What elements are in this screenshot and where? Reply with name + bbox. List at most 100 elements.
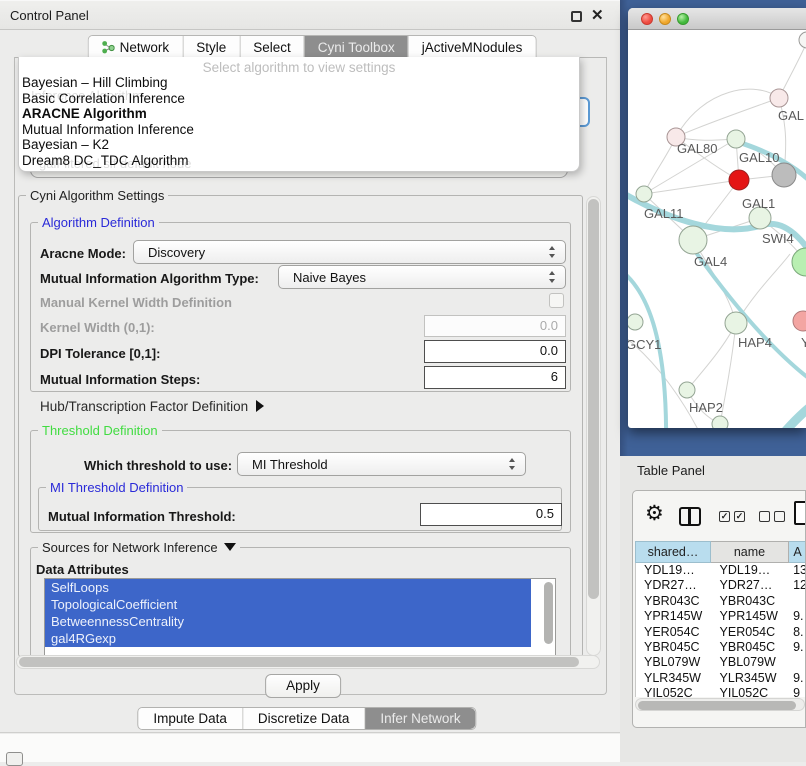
table-scrollbar-thumb[interactable] (638, 701, 796, 710)
algorithm-item[interactable]: Bayesian – K2 (22, 137, 562, 153)
bottom-tab-bar: Impute DataDiscretize DataInfer Network (137, 707, 476, 730)
bottom-strip (0, 734, 620, 762)
network-node[interactable] (679, 226, 707, 254)
table-cell: YIL052C (636, 686, 712, 697)
mi-steps-label: Mutual Information Steps: (40, 372, 200, 387)
minimize-traffic-light-icon[interactable] (659, 13, 671, 25)
column-browser-icon[interactable] (679, 507, 701, 526)
node-label: GAL80 (677, 141, 717, 156)
tab-jactivemnodules[interactable]: jActiveMNodules (408, 36, 536, 58)
mi-algorithm-type-select[interactable]: Naive Bayes (278, 265, 566, 289)
mi-type-value: Naive Bayes (293, 270, 366, 285)
mi-threshold-definition-title: MI Threshold Definition (46, 480, 187, 495)
algorithm-item[interactable]: Basic Correlation Inference (22, 91, 562, 107)
table-cell: YIL052C (712, 686, 790, 697)
expand-right-icon (256, 400, 264, 412)
column-header-shared[interactable]: shared… (635, 541, 711, 563)
close-icon[interactable]: ✕ (591, 6, 604, 24)
dpi-tolerance-field[interactable]: 0.0 (424, 340, 566, 363)
table-row[interactable]: YBL079WYBL079W (636, 655, 806, 670)
table-row[interactable]: YIL052CYIL052C9 (636, 686, 806, 697)
kernel-width-field[interactable]: 0.0 (424, 315, 566, 337)
table-row[interactable]: YBR045CYBR045C9. (636, 640, 806, 655)
page-icon[interactable] (794, 501, 806, 525)
apply-button[interactable]: Apply (265, 674, 341, 698)
table-row[interactable]: YER054CYER054C8. (636, 625, 806, 640)
table-horizontal-scrollbar[interactable] (635, 698, 805, 711)
aracne-mode-select[interactable]: Discovery (133, 240, 566, 264)
table-cell: YLR345W (636, 671, 712, 686)
tab-network[interactable]: Network (89, 36, 183, 58)
attribute-item[interactable]: TopologicalCoefficient (45, 596, 531, 613)
table-row[interactable]: YBR043CYBR043C (636, 594, 806, 609)
network-node[interactable] (636, 186, 652, 202)
bottom-tab-infer-network[interactable]: Infer Network (364, 708, 475, 729)
deselect-all-columns-icon[interactable] (759, 511, 785, 522)
column-header-a[interactable]: A (789, 541, 806, 563)
table-row[interactable]: YPR145WYPR145W9. (636, 609, 806, 624)
network-graph[interactable]: GALGAL80GAL10GAL1GAL11SWI4GAL4GCY1HAP4YH… (628, 30, 806, 428)
bottom-tab-impute-data[interactable]: Impute Data (138, 708, 242, 729)
spinner-icon (549, 271, 556, 283)
network-node[interactable] (799, 32, 806, 48)
hub-definition-toggle[interactable]: Hub/Transcription Factor Definition (40, 399, 264, 414)
unchecked-box-icon (759, 511, 770, 522)
control-panel-window: Control Panel ✕ NetworkStyleSelectCyni T… (0, 0, 620, 733)
column-header-name[interactable]: name (711, 541, 789, 563)
network-node[interactable] (772, 163, 796, 187)
bottom-tab-discretize-data[interactable]: Discretize Data (242, 708, 365, 729)
algorithm-item[interactable]: Mutual Information Inference (22, 122, 562, 138)
network-node[interactable] (712, 416, 728, 428)
network-node[interactable] (628, 314, 643, 330)
threshold-definition-title: Threshold Definition (38, 423, 162, 438)
table-cell: YBR045C (712, 640, 790, 655)
sources-toggle[interactable]: Sources for Network Inference (38, 540, 240, 555)
algorithm-item[interactable]: Bayesian – Hill Climbing (22, 75, 562, 91)
network-node[interactable] (679, 382, 695, 398)
attribute-item[interactable]: SelfLoops (45, 579, 531, 596)
settings-vertical-scrollbar-thumb[interactable] (588, 199, 599, 599)
mi-steps-field[interactable]: 6 (424, 366, 566, 389)
algorithm-item[interactable]: Dream8 DC_TDC Algorithm (22, 153, 562, 169)
manual-kernel-checkbox[interactable] (549, 293, 564, 308)
attribute-items: SelfLoopsTopologicalCoefficientBetweenne… (45, 579, 555, 647)
network-node[interactable] (727, 130, 745, 148)
tab-select[interactable]: Select (239, 36, 304, 58)
mi-threshold-field[interactable]: 0.5 (420, 503, 562, 526)
settings-horizontal-scrollbar-thumb[interactable] (19, 657, 579, 667)
node-label: GAL10 (739, 150, 779, 165)
tab-cyni-toolbox[interactable]: Cyni Toolbox (304, 36, 408, 58)
which-threshold-select[interactable]: MI Threshold (237, 452, 526, 476)
aracne-mode-label: Aracne Mode: (40, 246, 126, 261)
data-attributes-list[interactable]: SelfLoopsTopologicalCoefficientBetweenne… (44, 578, 556, 657)
table-row[interactable]: YDR27…YDR27…12 (636, 578, 806, 593)
table-cell: YPR145W (636, 609, 712, 624)
table-cell: 13 (789, 563, 806, 578)
table-cell: YPR145W (712, 609, 790, 624)
attribute-item[interactable]: gal4RGexp (45, 630, 531, 647)
zoom-traffic-light-icon[interactable] (677, 13, 689, 25)
tab-style[interactable]: Style (182, 36, 239, 58)
close-traffic-light-icon[interactable] (641, 13, 653, 25)
algorithm-item[interactable]: ARACNE Algorithm (22, 106, 562, 122)
network-node[interactable] (729, 170, 749, 190)
unchecked-box-icon (774, 511, 785, 522)
attribute-item[interactable]: BetweennessCentrality (45, 613, 531, 630)
network-node[interactable] (770, 89, 788, 107)
network-node[interactable] (793, 311, 806, 331)
gear-icon[interactable]: ⚙ (645, 504, 664, 524)
network-node[interactable] (792, 248, 806, 276)
float-panel-icon[interactable] (571, 11, 582, 22)
sources-title: Sources for Network Inference (42, 540, 218, 555)
table-row[interactable]: YLR345WYLR345W9. (636, 671, 806, 686)
attribute-list-scrollbar[interactable] (544, 582, 553, 644)
mi-threshold-label: Mutual Information Threshold: (48, 509, 236, 524)
network-window-titlebar[interactable] (628, 8, 806, 30)
network-node[interactable] (725, 312, 747, 334)
tab-label: Style (196, 40, 226, 55)
table-row[interactable]: YDL19…YDL19…13 (636, 563, 806, 578)
node-label: HAP4 (738, 335, 772, 350)
table-cell: YDR27… (636, 578, 712, 593)
select-all-columns-icon[interactable]: ✓ ✓ (719, 511, 745, 522)
restore-panel-icon[interactable] (6, 752, 23, 766)
